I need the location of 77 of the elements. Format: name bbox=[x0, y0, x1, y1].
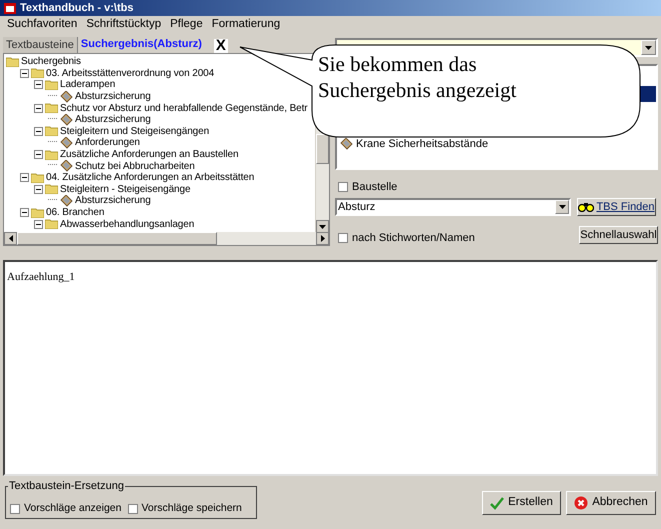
document-icon bbox=[59, 194, 73, 207]
scroll-left-icon[interactable] bbox=[8, 235, 12, 242]
collapse-icon[interactable] bbox=[20, 68, 29, 78]
menu-item[interactable]: Schriftstücktyp bbox=[86, 16, 162, 34]
checkbox[interactable] bbox=[338, 182, 348, 192]
close-icon bbox=[574, 496, 588, 510]
create-button[interactable]: Erstellen bbox=[482, 491, 561, 515]
document-icon bbox=[59, 136, 73, 149]
quick-select-button[interactable]: Schnellauswahl bbox=[579, 226, 658, 244]
folder-icon bbox=[31, 68, 44, 78]
scroll-down-icon[interactable] bbox=[319, 224, 326, 228]
list-item[interactable]: Krane Sicherheitsabstände bbox=[337, 136, 656, 152]
collapse-icon[interactable] bbox=[34, 220, 43, 229]
collapse-icon[interactable] bbox=[20, 173, 29, 182]
collapse-icon[interactable] bbox=[34, 184, 43, 194]
search-dropdown[interactable]: Absturz bbox=[335, 198, 571, 216]
horizontal-scrollbar[interactable] bbox=[4, 232, 329, 245]
scroll-thumb[interactable] bbox=[17, 232, 217, 245]
tree-item[interactable]: 04. Zusätzliche Anforderungen an Arbeitsstätten bbox=[46, 172, 254, 184]
dropdown-arrow-icon bbox=[645, 46, 652, 50]
checkbox-label: Vorschläge speichern bbox=[142, 501, 242, 516]
close-tab-button[interactable]: X bbox=[214, 39, 228, 53]
tree-item[interactable]: Steigleitern - Steigeisengänge bbox=[60, 184, 190, 195]
folder-icon bbox=[6, 56, 19, 67]
tree-item[interactable]: Zusätzliche Anforderungen an Baustellen bbox=[60, 149, 238, 160]
checkbox[interactable] bbox=[128, 504, 138, 514]
menu-item[interactable]: Suchfavoriten bbox=[7, 16, 78, 34]
group-title: Textbaustein-Ersetzung bbox=[8, 479, 125, 493]
tree-item[interactable]: 06. Branchen bbox=[46, 207, 104, 218]
document-icon bbox=[59, 160, 73, 172]
tab[interactable]: Textbausteine bbox=[3, 37, 78, 53]
folder-icon bbox=[45, 184, 58, 194]
app-icon bbox=[4, 2, 16, 14]
collapse-icon[interactable] bbox=[34, 104, 43, 113]
editor-text: Aufzaehlung_1 bbox=[6, 270, 75, 285]
tree-item[interactable]: Schutz bei Abbrucharbeiten bbox=[75, 160, 195, 172]
dropdown-arrow-icon bbox=[558, 205, 566, 209]
tree-item[interactable]: Absturzsicherung bbox=[75, 91, 151, 102]
checkbox-label: Vorschläge anzeigen bbox=[24, 501, 122, 516]
folder-icon bbox=[45, 126, 58, 136]
collapse-icon[interactable] bbox=[34, 126, 43, 136]
folder-icon bbox=[45, 150, 58, 160]
scroll-right-icon[interactable] bbox=[320, 235, 324, 242]
folder-icon bbox=[45, 80, 58, 90]
collapse-icon[interactable] bbox=[20, 208, 29, 218]
checkmark-icon bbox=[490, 496, 504, 510]
cancel-button[interactable]: Abbrechen bbox=[566, 491, 656, 515]
menu-item[interactable]: Formatierung bbox=[212, 16, 280, 34]
tree-item[interactable]: Anforderungen bbox=[75, 137, 140, 148]
tree-item[interactable]: Abwasserbehandlungsanlagen bbox=[60, 218, 194, 230]
tree-item[interactable]: 03. Arbeitsstättenverordnung von 2004 bbox=[46, 68, 214, 79]
callout-tooltip-text: Sie bekommen das Suchergebnis angezeigt bbox=[318, 51, 516, 103]
document-icon bbox=[59, 90, 73, 103]
folder-icon bbox=[45, 219, 58, 230]
tree-item[interactable]: Absturzsicherung bbox=[75, 114, 151, 126]
folder-icon bbox=[31, 208, 44, 218]
scroll-thumb[interactable] bbox=[316, 134, 329, 164]
document-icon bbox=[339, 138, 353, 150]
tree-item[interactable]: Absturzsicherung bbox=[75, 195, 151, 206]
checkbox[interactable] bbox=[338, 233, 348, 244]
collapse-icon[interactable] bbox=[34, 150, 43, 160]
folder-icon bbox=[45, 103, 58, 114]
tree-item[interactable]: Schutz vor Absturz und herabfallende Gegenstände, Betr bbox=[60, 102, 308, 114]
binoculars-icon bbox=[578, 202, 594, 212]
find-button[interactable]: TBS Finden bbox=[577, 198, 656, 216]
checkbox-label: nach Stichworten/Namen bbox=[352, 231, 475, 246]
editor-area[interactable]: Aufzaehlung_1 bbox=[3, 260, 658, 476]
tree-item[interactable]: Laderampen bbox=[60, 79, 116, 90]
document-icon bbox=[59, 114, 73, 126]
menu-item[interactable]: Pflege bbox=[170, 16, 203, 34]
tree-item[interactable]: Suchergebnis bbox=[21, 56, 81, 68]
checkbox-label: Baustelle bbox=[352, 180, 398, 195]
folder-icon bbox=[31, 172, 44, 183]
tree-item[interactable]: Steigleitern und Steigeisengängen bbox=[60, 126, 210, 137]
checkbox[interactable] bbox=[10, 504, 20, 514]
window-title: Texthandbuch - v:\tbs bbox=[20, 0, 134, 16]
collapse-icon[interactable] bbox=[34, 80, 43, 90]
